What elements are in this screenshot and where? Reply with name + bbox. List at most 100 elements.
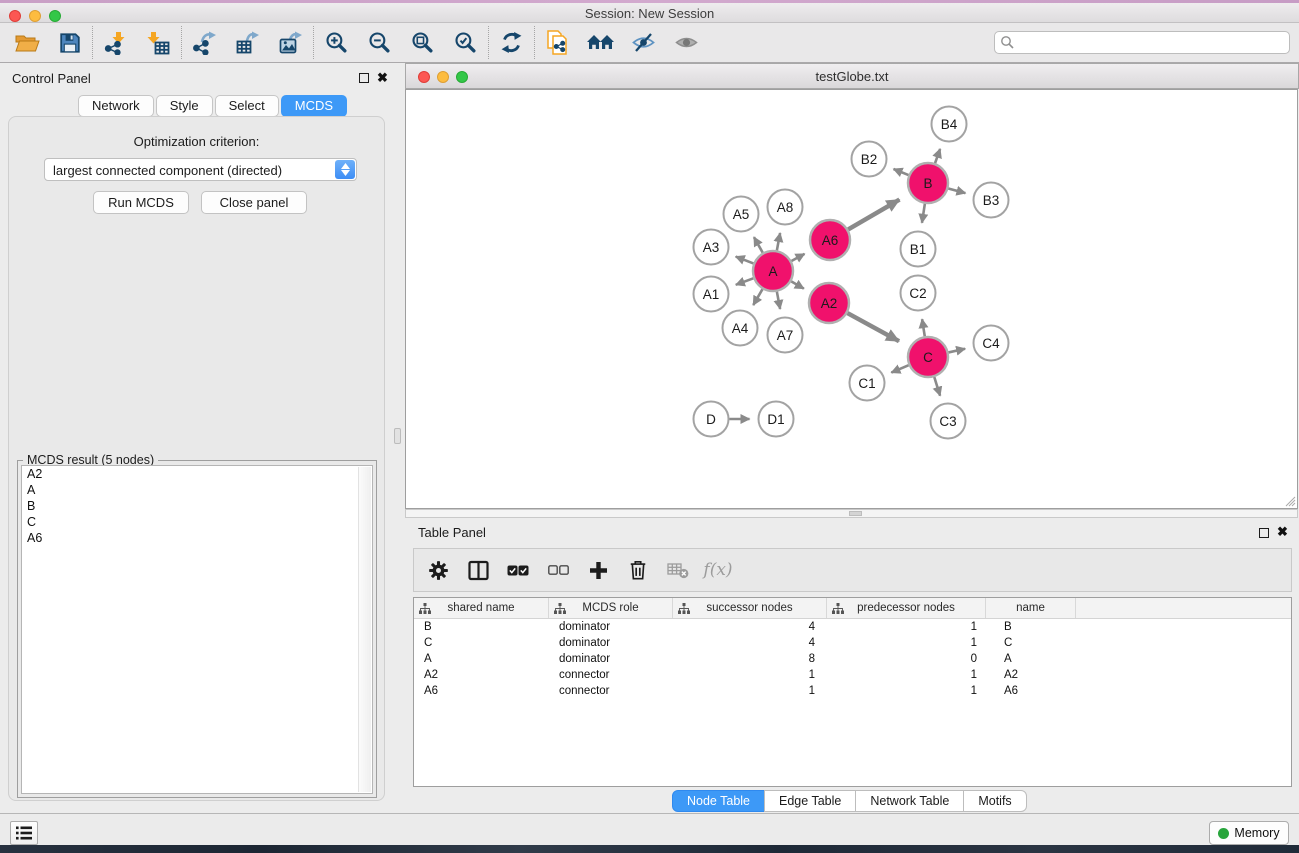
table-row[interactable]: A2connector11A2 [414, 667, 1291, 683]
network-file-icon[interactable] [536, 25, 579, 61]
deselect-all-icon[interactable] [546, 558, 570, 582]
tab-style[interactable]: Style [156, 95, 213, 117]
node-label-A: A [768, 264, 777, 279]
table-panel-float-icon[interactable] [1259, 528, 1269, 538]
refresh-icon[interactable] [490, 25, 533, 61]
cell: 8 [673, 651, 827, 667]
scrollbar-thumb[interactable] [849, 511, 862, 516]
import-table-icon[interactable] [137, 25, 180, 61]
mcds-result-items: A2ABCA6 [22, 466, 372, 546]
cell: 4 [673, 635, 827, 651]
column-header-MCDS-role[interactable]: MCDS role [549, 598, 673, 618]
memory-status-icon [1218, 828, 1229, 839]
result-item[interactable]: C [22, 514, 372, 530]
cell: C [986, 635, 1076, 651]
delete-table-icon [666, 558, 690, 582]
close-panel-button[interactable]: Close panel [201, 191, 307, 214]
tab-mcds[interactable]: MCDS [281, 95, 347, 117]
save-icon[interactable] [48, 25, 91, 61]
control-panel-close-icon[interactable]: ✖ [377, 72, 388, 84]
result-item[interactable]: B [22, 498, 372, 514]
edge-A-A3 [736, 257, 754, 264]
column-header-name[interactable]: name [986, 598, 1076, 618]
search-icon [1000, 35, 1015, 50]
network-view-window: testGlobe.txt B4B2BB3A5A8A6B1A3AA1C2A2A4… [405, 63, 1299, 518]
select-all-icon[interactable] [506, 558, 530, 582]
criterion-dropdown[interactable]: largest connected component (directed) [44, 158, 357, 181]
import-network-icon[interactable] [94, 25, 137, 61]
zoom-fit-icon[interactable] [401, 25, 444, 61]
tab-network-table[interactable]: Network Table [855, 790, 964, 812]
desktop-wallpaper-bottom [0, 845, 1299, 853]
cell: A [414, 651, 549, 667]
cell: C [414, 635, 549, 651]
node-label-D: D [706, 412, 716, 427]
control-panel-tabs: NetworkStyleSelectMCDS [78, 95, 349, 117]
column-header-predecessor-nodes[interactable]: predecessor nodes [827, 598, 986, 618]
panel-splitter-handle[interactable] [394, 428, 401, 444]
open-folder-icon[interactable] [5, 25, 48, 61]
home-icon[interactable] [579, 25, 622, 61]
cell: A2 [986, 667, 1076, 683]
network-canvas[interactable]: B4B2BB3A5A8A6B1A3AA1C2A2A4A7C4CC1C3DD1 [405, 89, 1298, 509]
network-graph: B4B2BB3A5A8A6B1A3AA1C2A2A4A7C4CC1C3DD1 [406, 90, 1297, 508]
memory-button[interactable]: Memory [1209, 821, 1289, 845]
edge-C-C3 [934, 377, 940, 396]
node-label-B2: B2 [861, 152, 878, 167]
table-row[interactable]: Adominator80A [414, 651, 1291, 667]
result-item[interactable]: A2 [22, 466, 372, 482]
export-network-icon[interactable] [183, 25, 226, 61]
node-label-A5: A5 [733, 207, 750, 222]
application-window: Session: New Session [0, 0, 1299, 853]
control-panel-float-icon[interactable] [359, 73, 369, 83]
result-item[interactable]: A6 [22, 530, 372, 546]
zoom-selected-icon[interactable] [444, 25, 487, 61]
cell: 1 [673, 683, 827, 699]
tab-select[interactable]: Select [215, 95, 279, 117]
cell: 4 [673, 619, 827, 635]
gear-icon[interactable] [426, 558, 450, 582]
tree-icon [419, 603, 431, 614]
zoom-out-icon[interactable] [358, 25, 401, 61]
table-row[interactable]: Cdominator41C [414, 635, 1291, 651]
result-list-scrollbar[interactable] [358, 467, 371, 792]
tab-motifs[interactable]: Motifs [963, 790, 1026, 812]
column-header-successor-nodes[interactable]: successor nodes [673, 598, 827, 618]
delete-column-icon[interactable] [626, 558, 650, 582]
table-panel-tabs: Node TableEdge TableNetwork TableMotifs [672, 790, 1027, 812]
search-input[interactable] [1015, 32, 1289, 53]
main-titlebar: Session: New Session [0, 3, 1299, 23]
add-column-icon[interactable] [586, 558, 610, 582]
edge-B-B1 [922, 204, 925, 223]
run-mcds-button[interactable]: Run MCDS [93, 191, 189, 214]
window-resize-grip[interactable] [1281, 492, 1296, 507]
node-label-B1: B1 [910, 242, 927, 257]
export-table-icon[interactable] [226, 25, 269, 61]
cell: 1 [827, 683, 986, 699]
hide-eye-icon[interactable] [622, 25, 665, 61]
node-label-A3: A3 [703, 240, 720, 255]
table-panel-close-icon[interactable]: ✖ [1277, 526, 1288, 538]
edge-A-A6 [791, 254, 804, 261]
tree-icon [832, 603, 844, 614]
edge-A2-C [847, 313, 899, 341]
result-item[interactable]: A [22, 482, 372, 498]
network-window-titlebar: testGlobe.txt [405, 63, 1299, 89]
search-field[interactable] [994, 31, 1290, 54]
dropdown-stepper-icon[interactable] [335, 160, 355, 179]
node-label-A8: A8 [777, 200, 794, 215]
column-header-shared-name[interactable]: shared name [414, 598, 549, 618]
columns-icon[interactable] [466, 558, 490, 582]
export-image-icon[interactable] [269, 25, 312, 61]
node-label-A7: A7 [777, 328, 794, 343]
table-row[interactable]: A6connector11A6 [414, 683, 1291, 699]
tab-network[interactable]: Network [78, 95, 154, 117]
edge-A-A8 [777, 233, 780, 250]
tab-node-table[interactable]: Node Table [672, 790, 765, 812]
network-horizontal-scrollbar[interactable] [405, 509, 1298, 518]
zoom-in-icon[interactable] [315, 25, 358, 61]
task-history-button[interactable] [10, 821, 38, 845]
optimization-criterion-label: Optimization criterion: [9, 134, 384, 149]
table-row[interactable]: Bdominator41B [414, 619, 1291, 635]
tab-edge-table[interactable]: Edge Table [764, 790, 856, 812]
